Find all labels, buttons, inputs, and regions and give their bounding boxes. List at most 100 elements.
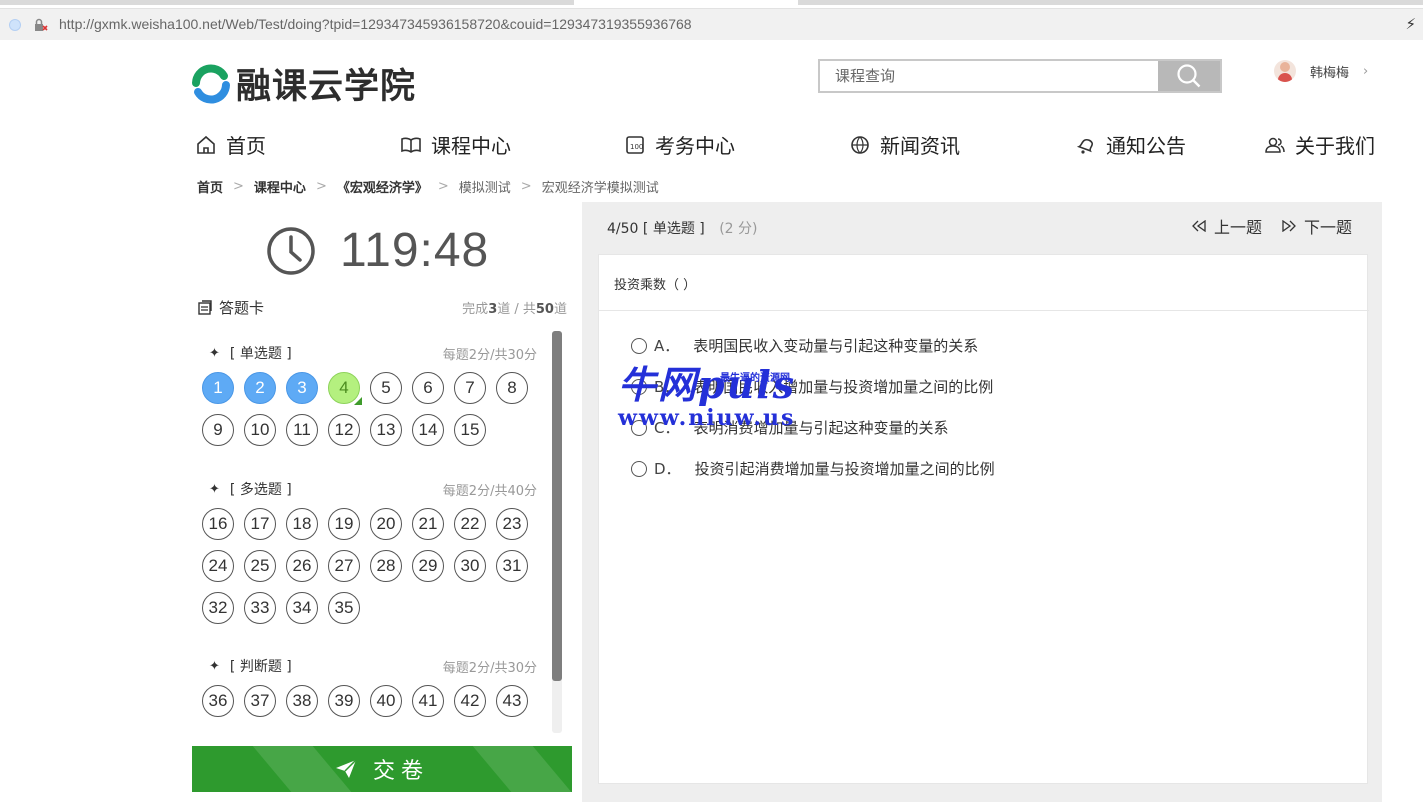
prev-label: 上一题	[1214, 218, 1263, 237]
radio-button[interactable]	[631, 378, 647, 395]
question-stem: 投资乘数（ ）	[614, 278, 697, 293]
question-number-19[interactable]: 19	[328, 508, 360, 540]
breadcrumb-course[interactable]: 《宏观经济学》	[337, 177, 428, 196]
question-number-41[interactable]: 41	[412, 685, 444, 717]
site-logo[interactable]: 融课云学院	[190, 58, 416, 109]
nav-label: 考务中心	[655, 134, 735, 158]
question-number-40[interactable]: 40	[370, 685, 402, 717]
question-number-27[interactable]: 27	[328, 550, 360, 582]
question-number-13[interactable]: 13	[370, 414, 402, 446]
question-numbers: 36 37 38 39 40 41 42 43	[202, 685, 542, 727]
question-number-3[interactable]: 3	[286, 372, 318, 404]
question-number-28[interactable]: 28	[370, 550, 402, 582]
question-number-16[interactable]: 16	[202, 508, 234, 540]
question-number-12[interactable]: 12	[328, 414, 360, 446]
question-number-1[interactable]: 1	[202, 372, 234, 404]
exam-icon: 100	[626, 135, 644, 154]
question-number-6[interactable]: 6	[412, 372, 444, 404]
question-number-2[interactable]: 2	[244, 372, 276, 404]
search-button[interactable]	[1158, 61, 1220, 91]
question-number-37[interactable]: 37	[244, 685, 276, 717]
completed-count: 3	[488, 302, 498, 317]
question-number-33[interactable]: 33	[244, 592, 276, 624]
nav-home[interactable]: 首页	[195, 130, 266, 159]
section-title: [ 多选题 ]	[229, 482, 292, 498]
avatar	[1274, 60, 1296, 82]
question-number-17[interactable]: 17	[244, 508, 276, 540]
question-card: 投资乘数（ ） A． 表明国民收入变动量与引起这种变量的关系 B． 表明国民收入…	[598, 254, 1369, 784]
option-d[interactable]: D． 投资引起消费增加量与投资增加量之间的比例	[631, 458, 995, 479]
nav-news[interactable]: 新闻资讯	[849, 130, 960, 159]
scrollbar-thumb[interactable]	[552, 331, 562, 681]
breadcrumb-courses[interactable]: 课程中心	[254, 177, 306, 196]
option-text: 表明国民收入增加量与投资增加量之间的比例	[693, 378, 994, 396]
question-number-list: ✦ [ 单选题 ] 每题2分/共30分 1 2 3 4 5 6 7 8 9 10 11 12 13 14 1…	[192, 331, 560, 733]
question-number-14[interactable]: 14	[412, 414, 444, 446]
breadcrumb-home[interactable]: 首页	[197, 177, 223, 196]
question-number-20[interactable]: 20	[370, 508, 402, 540]
question-number-22[interactable]: 22	[454, 508, 486, 540]
search-input[interactable]	[820, 61, 1158, 91]
question-number-15[interactable]: 15	[454, 414, 486, 446]
prev-question-button[interactable]: 上一题	[1192, 214, 1262, 238]
radio-button[interactable]	[631, 460, 647, 477]
question-number-43[interactable]: 43	[496, 685, 528, 717]
nav-notices[interactable]: 通知公告	[1075, 130, 1186, 159]
question-number-23[interactable]: 23	[496, 508, 528, 540]
tab-edge	[0, 0, 574, 5]
course-search	[818, 59, 1222, 93]
question-number-32[interactable]: 32	[202, 592, 234, 624]
option-b[interactable]: B． 表明国民收入增加量与投资增加量之间的比例	[631, 376, 993, 397]
question-number-31[interactable]: 31	[496, 550, 528, 582]
paper-plane-icon	[335, 759, 357, 778]
breadcrumb-mock[interactable]: 模拟测试	[459, 177, 511, 196]
question-number-21[interactable]: 21	[412, 508, 444, 540]
question-number-25[interactable]: 25	[244, 550, 276, 582]
question-number-36[interactable]: 36	[202, 685, 234, 717]
nav-about[interactable]: 关于我们	[1264, 130, 1375, 159]
main-nav: 首页 课程中心 100 考务中心 新闻资讯 通知公告 关于我们	[195, 130, 1375, 160]
question-number-4[interactable]: 4	[328, 372, 362, 405]
next-question-button[interactable]: 下一题	[1282, 214, 1352, 238]
nav-exams[interactable]: 100 考务中心	[624, 130, 735, 159]
progress-summary: 完成3道 / 共50道	[462, 298, 567, 317]
pin-icon: ✦	[209, 481, 220, 497]
question-number-7[interactable]: 7	[454, 372, 486, 404]
question-number-9[interactable]: 9	[202, 414, 234, 446]
question-number-38[interactable]: 38	[286, 685, 318, 717]
nav-courses[interactable]: 课程中心	[400, 130, 511, 159]
question-number-26[interactable]: 26	[286, 550, 318, 582]
page-status-icon	[9, 19, 21, 31]
section-title: [ 判断题 ]	[229, 659, 292, 675]
radio-button[interactable]	[631, 419, 647, 436]
question-number-11[interactable]: 11	[286, 414, 318, 446]
option-c[interactable]: C． 表明消费增加量与引起这种变量的关系	[631, 417, 949, 438]
question-number-18[interactable]: 18	[286, 508, 318, 540]
pin-icon: ✦	[209, 658, 220, 674]
option-a[interactable]: A． 表明国民收入变动量与引起这种变量的关系	[631, 335, 978, 356]
question-number-34[interactable]: 34	[286, 592, 318, 624]
question-position: 4/50	[607, 221, 639, 237]
question-number-8[interactable]: 8	[496, 372, 528, 404]
breadcrumb-separator-icon: >	[233, 179, 244, 194]
question-number-5[interactable]: 5	[370, 372, 402, 404]
question-number-30[interactable]: 30	[454, 550, 486, 582]
insecure-lock-icon	[35, 18, 48, 31]
logo-text: 融课云学院	[236, 67, 417, 107]
radio-button[interactable]	[631, 337, 647, 354]
url-text[interactable]: http://gxmk.weisha100.net/Web/Test/doing…	[59, 16, 692, 32]
question-number-29[interactable]: 29	[412, 550, 444, 582]
answer-card-scrollbar[interactable]	[552, 331, 562, 733]
question-number-39[interactable]: 39	[328, 685, 360, 717]
user-menu[interactable]: 韩梅梅 ›	[1274, 60, 1368, 82]
question-number-42[interactable]: 42	[454, 685, 486, 717]
address-bar[interactable]: http://gxmk.weisha100.net/Web/Test/doing…	[0, 8, 1423, 40]
question-number-35[interactable]: 35	[328, 592, 360, 624]
lightning-icon[interactable]: ⚡	[1405, 15, 1416, 33]
tab-edge	[798, 0, 1423, 5]
submit-exam-button[interactable]: 交卷	[192, 746, 572, 792]
question-number-10[interactable]: 10	[244, 414, 276, 446]
breadcrumb-separator-icon: >	[520, 179, 532, 194]
option-key: A．	[654, 337, 680, 355]
question-number-24[interactable]: 24	[202, 550, 234, 582]
